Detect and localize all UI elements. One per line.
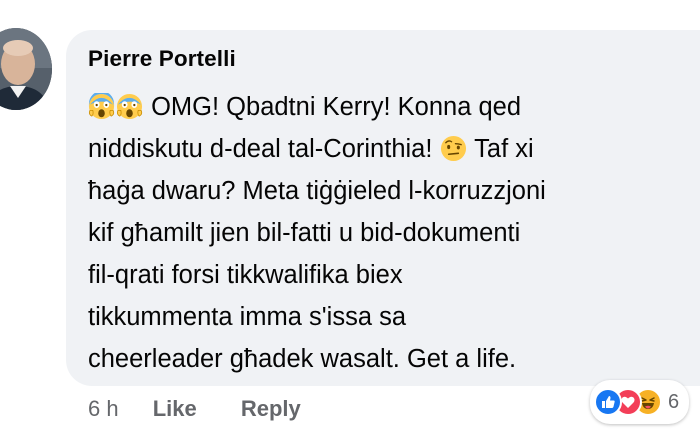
comment-author[interactable]: Pierre Portelli: [88, 46, 236, 72]
comment-timestamp[interactable]: 6 h: [88, 396, 119, 422]
comment-line-text: Taf xi: [474, 135, 534, 163]
raised-eyebrow-emoji-icon: [440, 135, 467, 162]
comment-line: niddiskutu d-deal tal-Corinthia! Taf xi: [88, 128, 698, 170]
comment-line: tikkummenta imma s'issa sa: [88, 303, 407, 331]
scream-emoji-icon: [116, 93, 143, 120]
avatar[interactable]: [0, 28, 52, 110]
comment-line: kif għamilt jien bil-fatti u bid-dokumen…: [88, 219, 521, 247]
reply-button[interactable]: Reply: [241, 396, 301, 422]
comment-line-text: niddiskutu d-deal tal-Corinthia!: [88, 135, 433, 163]
like-button[interactable]: Like: [153, 396, 197, 422]
comment-text: OMG! Qbadtni Kerry! Konna qed niddiskutu…: [88, 86, 698, 380]
comment-line: cheerleader għadek wasalt. Get a life.: [88, 345, 517, 373]
comment-line: OMG! Qbadtni Kerry! Konna qed: [88, 86, 698, 128]
scream-emoji-icon: [88, 93, 115, 120]
reaction-count: 6: [668, 390, 680, 413]
comment-line-text: OMG! Qbadtni Kerry! Konna qed: [151, 93, 522, 121]
comment-actions: 6 h Like Reply: [88, 396, 301, 422]
comment-screen: Pierre Portelli OMG! Qbadtni Kerry! Konn…: [0, 0, 700, 441]
like-reaction-icon: [594, 388, 622, 416]
comment-line: fil-qrati forsi tikkwalifika biex: [88, 261, 403, 289]
comment-line: ħaġa dwaru? Meta tiġġieled l-korruzzjoni: [88, 177, 546, 205]
reactions-summary[interactable]: 6: [590, 380, 690, 424]
